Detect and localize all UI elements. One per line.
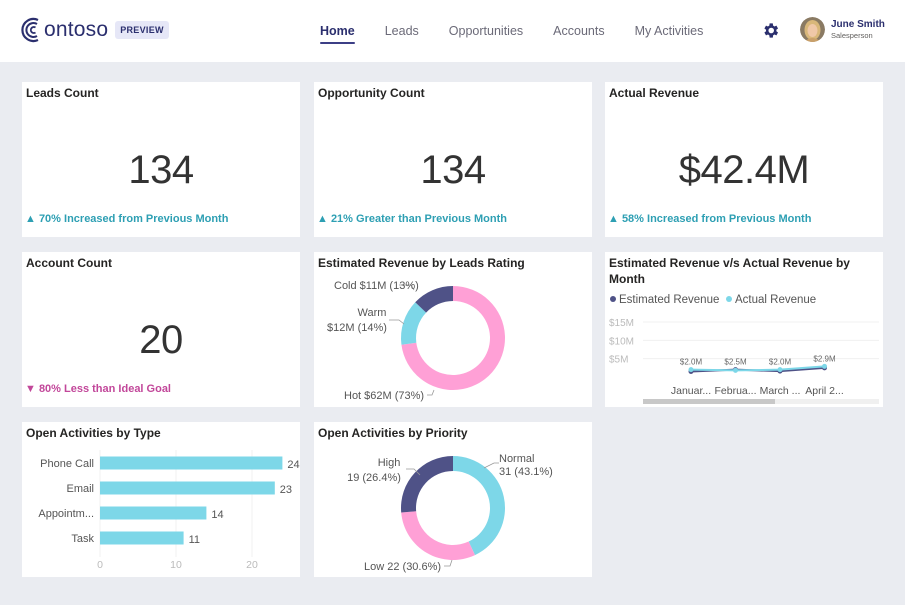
donut-chart-activities-by-priority: Normal 31 (43.1%) High 19 (26.4%) Low 22… [347, 453, 553, 573]
kpi-trend-note: ▲ 70% Increased from Previous Month [25, 213, 229, 225]
y-tick-label: $5M [609, 355, 628, 366]
kpi-value: 20 [139, 318, 183, 362]
line-chart-revenue-by-month: Estimated Revenue Actual Revenue $5M $10M… [609, 294, 879, 404]
gear-icon[interactable] [761, 21, 780, 40]
card-activities-by-type[interactable]: Open Activities by Type 0 10 20 Phone Call… [22, 422, 300, 577]
card-title: Actual Revenue [609, 86, 700, 100]
data-point[interactable] [822, 363, 827, 369]
y-category-label: Phone Call [40, 458, 94, 470]
y-category-label: Email [66, 483, 94, 495]
x-tick-label: 20 [246, 559, 258, 571]
slice-label-cold: Cold $11M (13%) [334, 280, 419, 292]
slice-label-warm-1: Warm [358, 307, 387, 319]
x-tick-label: 10 [170, 559, 182, 571]
card-activities-by-priority[interactable]: Open Activities by Priority Normal 31 (4… [314, 422, 592, 577]
slice-label-warm-2: $12M (14%) [327, 322, 387, 334]
bar-value-label: 23 [280, 484, 292, 496]
card-revenue-by-leads-rating[interactable]: Estimated Revenue by Leads Rating Cold $… [314, 252, 592, 407]
bar-chart-activities-by-type: 0 10 20 Phone Call 24 Email 23 Appointm... 14 Ta… [38, 450, 300, 571]
kpi-trend-note: ▲ 58% Increased from Previous Month [608, 213, 812, 225]
data-point[interactable] [733, 367, 738, 373]
logo-text: ontoso [44, 18, 109, 41]
kpi-value: 134 [128, 148, 194, 192]
nav-tab-accounts[interactable]: Accounts [553, 0, 604, 62]
legend-actual-revenue[interactable]: Actual Revenue [735, 294, 816, 306]
x-tick-label: Februa... [714, 385, 756, 397]
slice-label-normal-2: 31 (43.1%) [499, 466, 553, 478]
x-tick-label: March ... [760, 385, 801, 397]
data-label: $2.9M [813, 354, 836, 363]
bar[interactable] [100, 456, 283, 470]
nav-tab-my-activities[interactable]: My Activities [635, 0, 704, 62]
kpi-trend-note: ▲ 21% Greater than Previous Month [317, 213, 507, 225]
top-bar: ontoso PREVIEW Home Leads Opportunities … [0, 0, 905, 62]
donut-chart-leads-rating: Cold $11M (13%) Warm $12M (14%) Hot $62M… [327, 280, 505, 402]
legend-marker-estimated [610, 296, 616, 302]
leader-line [427, 389, 435, 396]
card-opportunity-count[interactable]: Opportunity Count 134 ▲ 21% Greater than… [314, 82, 592, 237]
leader-line [389, 319, 405, 325]
kpi-trend-note: ▼ 80% Less than Ideal Goal [25, 383, 171, 395]
leader-line [444, 559, 453, 567]
bar[interactable] [100, 506, 207, 520]
slice-label-hot: Hot $62M (73%) [344, 390, 424, 402]
legend-estimated-revenue[interactable]: Estimated Revenue [619, 294, 719, 306]
card-leads-count[interactable]: Leads Count 134 ▲ 70% Increased from Pre… [22, 82, 300, 237]
data-label: $2.5M [724, 358, 747, 367]
data-point[interactable] [688, 367, 694, 373]
main-nav: Home Leads Opportunities Accounts My Act… [320, 0, 703, 62]
card-revenue-by-month[interactable]: Estimated Revenue v/s Actual Revenue by … [605, 252, 883, 407]
data-label: $2.0M [680, 358, 703, 367]
data-label: $2.0M [769, 358, 792, 367]
donut-slice-high[interactable] [401, 456, 453, 513]
leader-line [483, 462, 499, 469]
y-tick-label: $15M [609, 318, 634, 329]
kpi-value: 134 [420, 148, 486, 192]
card-title: Opportunity Count [318, 86, 425, 100]
user-name: June Smith [831, 19, 885, 30]
donut-slice-normal[interactable] [453, 456, 505, 556]
user-role: Salesperson [831, 31, 873, 40]
preview-badge: PREVIEW [115, 21, 169, 39]
nav-tab-home[interactable]: Home [320, 0, 355, 62]
legend-marker-actual [726, 296, 732, 302]
nav-tab-opportunities[interactable]: Opportunities [449, 0, 523, 62]
slice-label-high-2: 19 (26.4%) [347, 472, 401, 484]
donut-slice-low[interactable] [401, 511, 475, 560]
logo-mark-icon [21, 17, 39, 43]
slice-label-normal-1: Normal [499, 453, 534, 465]
data-point[interactable] [777, 367, 783, 373]
card-actual-revenue[interactable]: Actual Revenue $42.4M ▲ 58% Increased fr… [605, 82, 883, 237]
contoso-logo[interactable]: ontoso [20, 15, 108, 45]
slice-label-high-1: High [378, 457, 401, 469]
bar[interactable] [100, 481, 275, 495]
bar-value-label: 14 [211, 509, 223, 521]
bar[interactable] [100, 531, 184, 545]
x-tick-label: Januar... [671, 385, 711, 397]
kpi-value: $42.4M [678, 148, 810, 192]
bar-value-label: 11 [189, 534, 200, 546]
avatar[interactable] [800, 17, 825, 42]
slice-label-low: Low 22 (30.6%) [364, 561, 441, 573]
bar-value-label: 24 [287, 459, 299, 471]
x-tick-label: 0 [97, 559, 103, 571]
y-category-label: Task [71, 533, 94, 545]
card-account-count[interactable]: Account Count 20 ▼ 80% Less than Ideal G… [22, 252, 300, 407]
y-tick-label: $10M [609, 336, 634, 347]
nav-tab-leads[interactable]: Leads [385, 0, 419, 62]
horizontal-scrollbar-thumb[interactable] [643, 399, 775, 404]
user-profile[interactable]: June Smith Salesperson [800, 17, 885, 42]
avatar-photo-icon [800, 17, 825, 42]
card-title: Account Count [26, 256, 112, 270]
x-tick-label: April 2... [805, 385, 844, 397]
card-title: Leads Count [26, 86, 99, 100]
y-category-label: Appointm... [38, 508, 94, 520]
